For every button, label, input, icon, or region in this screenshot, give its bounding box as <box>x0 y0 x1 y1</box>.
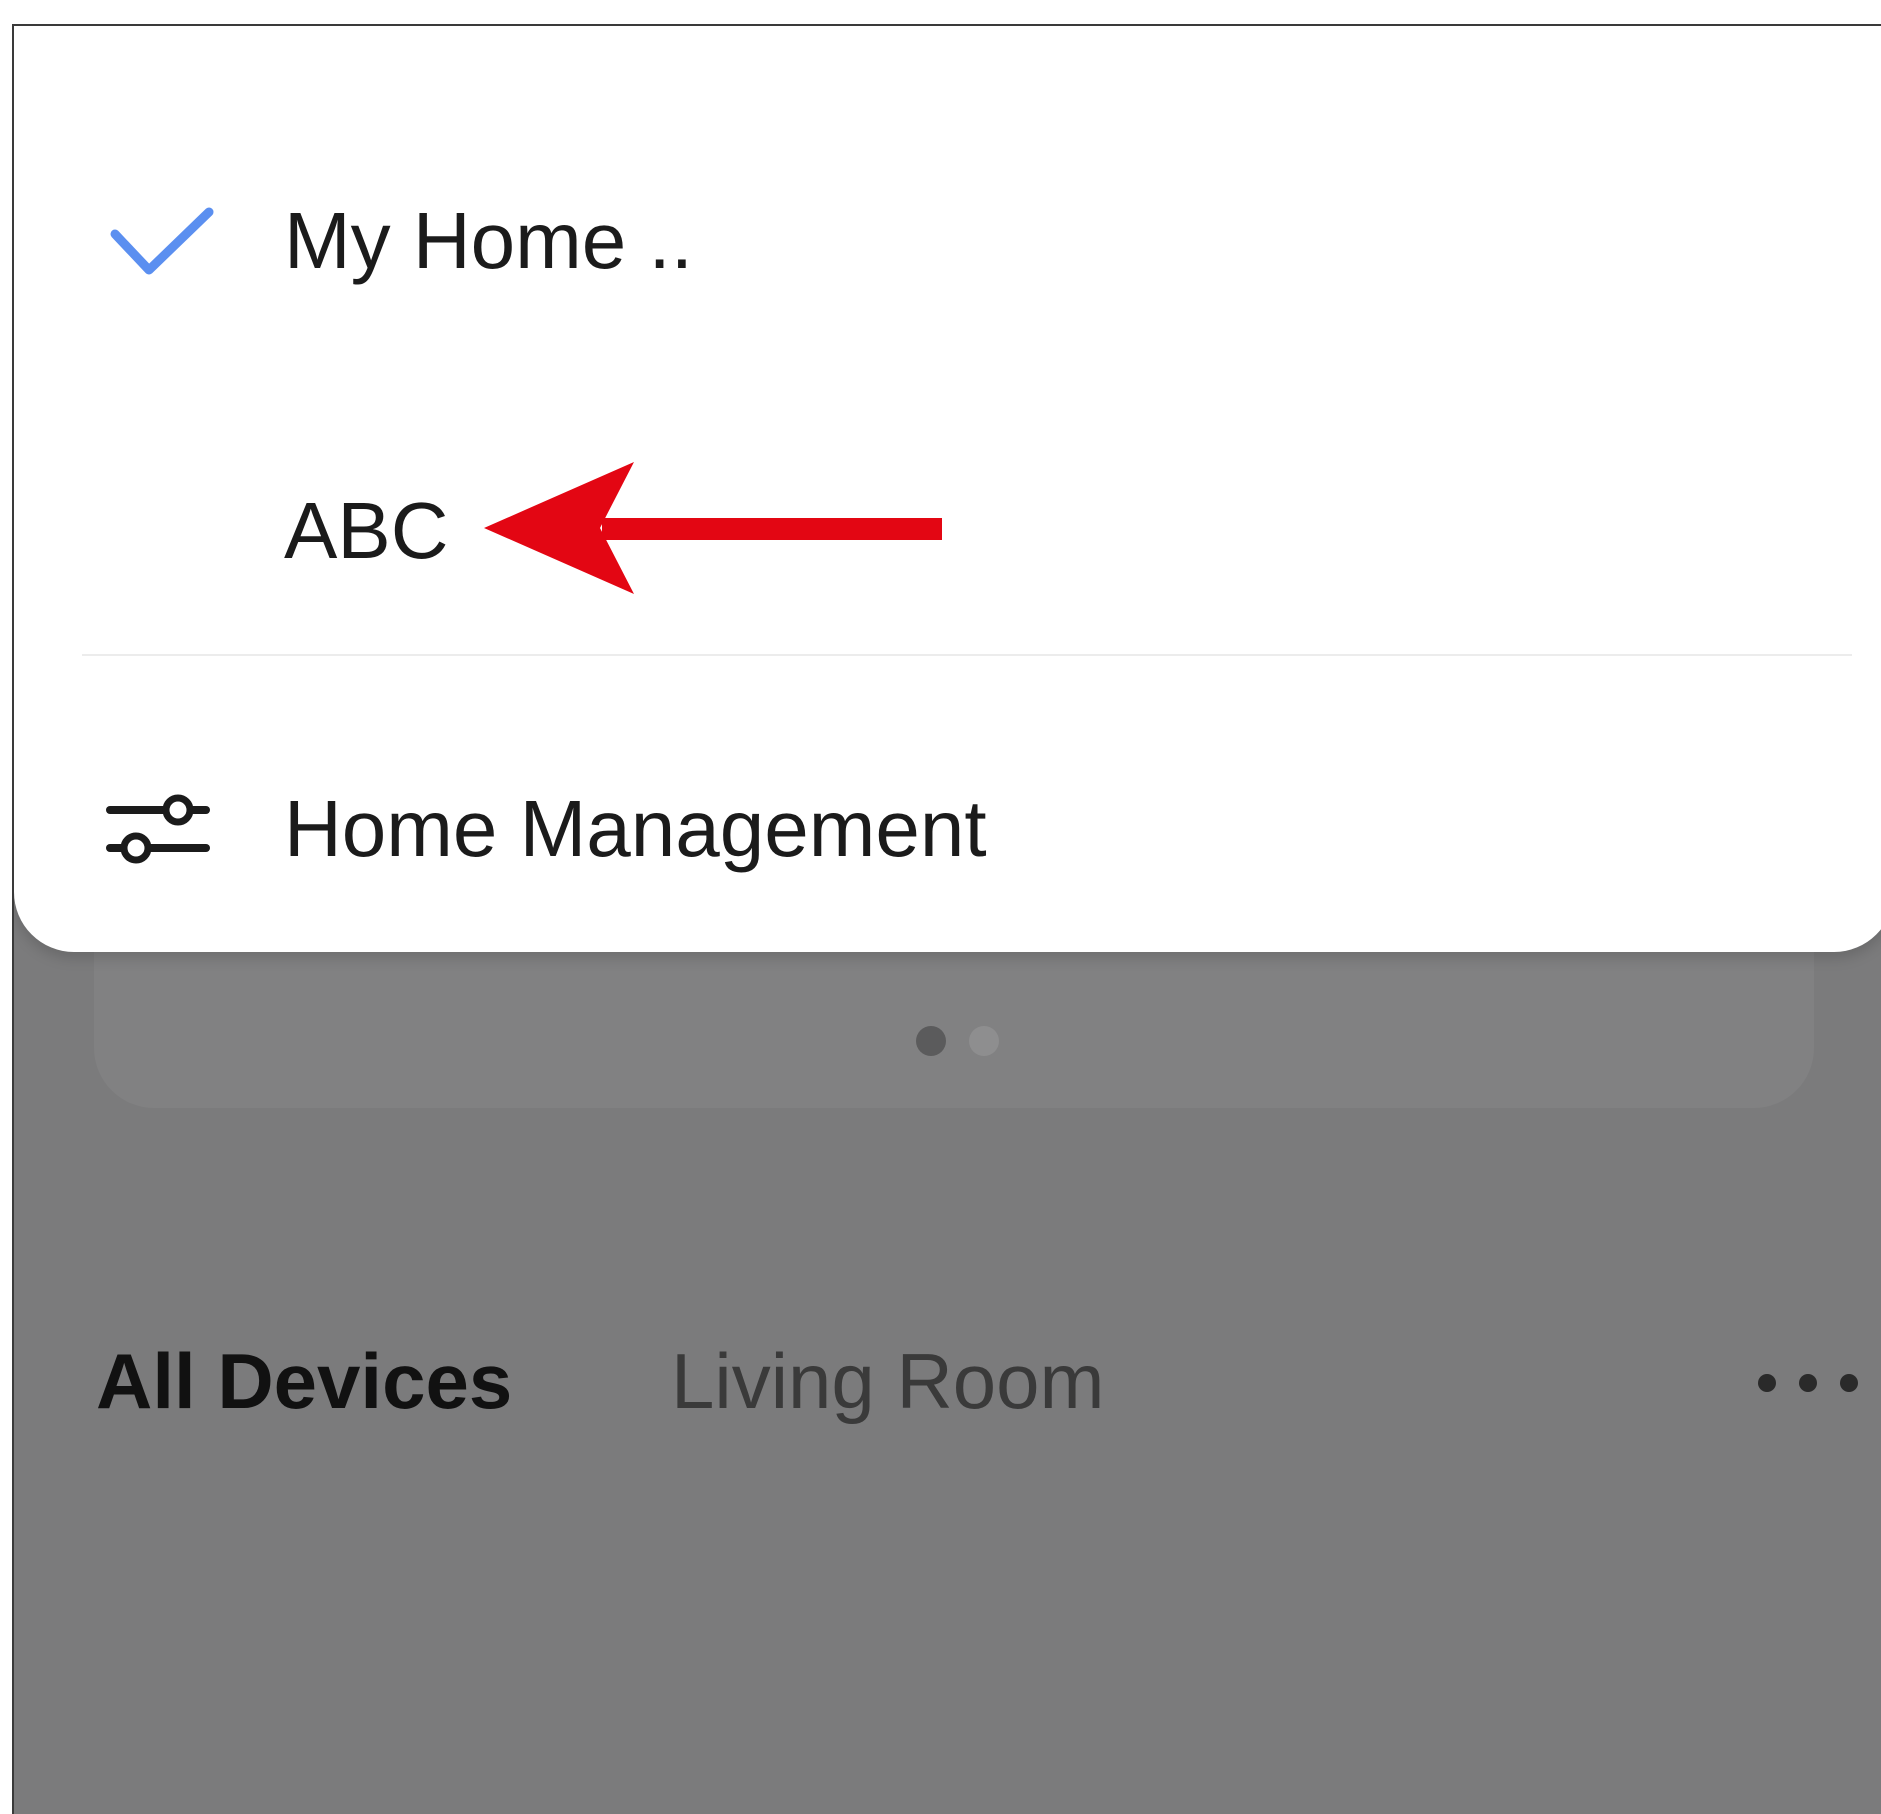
menu-divider <box>82 654 1852 656</box>
home-switcher-menu: My Home .. ABC Home Management <box>14 26 1881 952</box>
screen: All Devices Living Room My Home .. ABC H… <box>12 24 1881 1814</box>
tab-living-room[interactable]: Living Room <box>671 1326 1105 1436</box>
menu-item-abc[interactable]: ABC <box>14 456 1881 606</box>
menu-item-home-management[interactable]: Home Management <box>14 754 1881 904</box>
sliders-icon <box>106 794 210 864</box>
room-tabs: All Devices Living Room <box>96 1326 1881 1436</box>
tab-all-devices[interactable]: All Devices <box>96 1326 512 1436</box>
menu-item-label: Home Management <box>284 784 987 873</box>
menu-item-my-home[interactable]: My Home .. <box>14 166 1881 316</box>
check-icon <box>110 207 214 275</box>
more-horizontal-icon[interactable] <box>1758 1374 1858 1394</box>
menu-item-label: My Home .. <box>284 196 693 285</box>
annotation-arrow-icon <box>484 462 942 594</box>
carousel-indicator <box>14 1026 1881 1056</box>
menu-item-label: ABC <box>284 486 449 575</box>
carousel-dot-active[interactable] <box>916 1026 946 1056</box>
carousel-dot[interactable] <box>969 1026 999 1056</box>
